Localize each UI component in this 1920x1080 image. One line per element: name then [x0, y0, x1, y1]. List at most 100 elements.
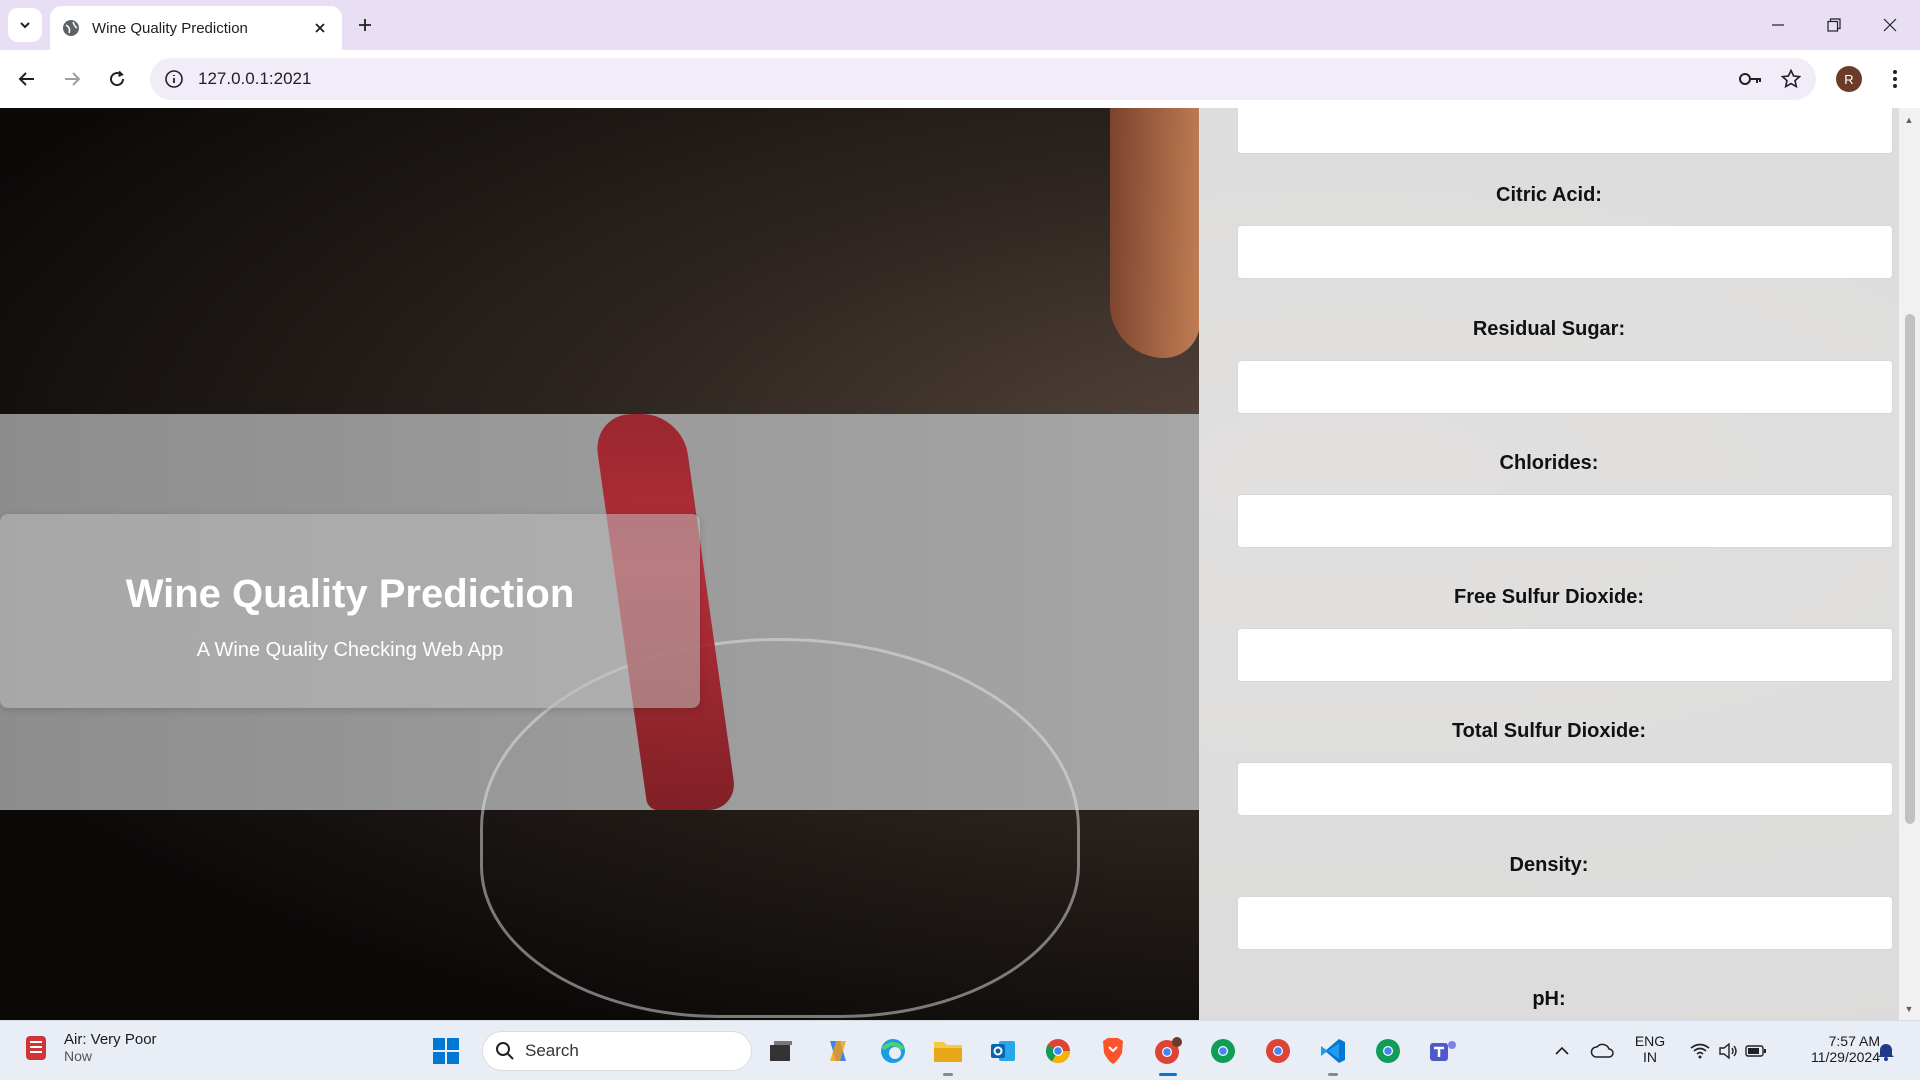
- running-indicator: [1328, 1073, 1338, 1076]
- copilot-button[interactable]: [822, 1035, 854, 1067]
- background-hand-image: [1110, 108, 1200, 358]
- previous-field-input[interactable]: [1237, 108, 1893, 154]
- copilot-icon: [830, 1041, 846, 1061]
- hero-subtitle: A Wine Quality Checking Web App: [196, 639, 504, 661]
- vscode-button[interactable]: [1317, 1035, 1349, 1067]
- onedrive-button[interactable]: [1586, 1035, 1618, 1067]
- minimize-button[interactable]: [1750, 0, 1806, 50]
- chrome-profile-4-button[interactable]: [1372, 1035, 1404, 1067]
- scroll-thumb[interactable]: [1905, 314, 1915, 824]
- notification-button[interactable]: [1870, 1035, 1902, 1067]
- show-hidden-icons-button[interactable]: [1546, 1035, 1578, 1067]
- file-explorer-button[interactable]: [932, 1035, 964, 1067]
- chrome-button[interactable]: [1042, 1035, 1074, 1067]
- folder-icon: [934, 1042, 962, 1062]
- chrome-profile-3-button[interactable]: [1262, 1035, 1294, 1067]
- chrome-icon: [1211, 1039, 1235, 1063]
- free-sulfur-dioxide-label: Free Sulfur Dioxide:: [1453, 586, 1645, 608]
- citric-acid-label: Citric Acid:: [1496, 184, 1602, 206]
- chrome-icon: [1266, 1039, 1290, 1063]
- weather-widget[interactable]: Air: Very Poor Now: [22, 1031, 157, 1064]
- reload-button[interactable]: [100, 62, 134, 96]
- windows-taskbar: Air: Very Poor Now Search ENG IN 7:57 AM…: [0, 1020, 1920, 1080]
- url-text[interactable]: 127.0.0.1:2021: [198, 69, 1736, 89]
- chrome-icon: [1376, 1039, 1400, 1063]
- search-label: Search: [525, 1041, 579, 1060]
- outlook-icon: [991, 1041, 1015, 1061]
- password-key-button[interactable]: [1736, 64, 1766, 94]
- browser-toolbar: 127.0.0.1:2021 R: [0, 50, 1920, 108]
- chlorides-input[interactable]: [1237, 494, 1893, 548]
- info-icon[interactable]: [164, 69, 184, 89]
- clock-time: 7:57 AM: [1828, 1033, 1880, 1049]
- restore-icon: [1827, 18, 1841, 32]
- window-close-button[interactable]: [1862, 0, 1918, 50]
- total-sulfur-dioxide-label: Total Sulfur Dioxide:: [1451, 720, 1647, 742]
- chrome-profile-icon: [1155, 1037, 1182, 1064]
- scroll-up-arrow[interactable]: ▲: [1903, 114, 1915, 126]
- density-label: Density:: [1509, 854, 1589, 876]
- language-indicator[interactable]: ENG IN: [1630, 1033, 1670, 1065]
- back-button[interactable]: [10, 62, 44, 96]
- task-view-button[interactable]: [765, 1035, 797, 1067]
- citric-acid-input[interactable]: [1237, 225, 1893, 279]
- windows-logo-icon: [433, 1038, 459, 1064]
- region-code: IN: [1643, 1049, 1657, 1065]
- taskbar-search[interactable]: Search: [482, 1031, 752, 1071]
- clock-date: 11/29/2024: [1810, 1049, 1880, 1065]
- weather-status: Air: Very Poor: [64, 1031, 157, 1048]
- start-button[interactable]: [430, 1035, 462, 1067]
- running-indicator: [943, 1073, 953, 1076]
- browser-tab[interactable]: Wine Quality Prediction: [50, 6, 342, 50]
- bookmark-button[interactable]: [1776, 64, 1806, 94]
- vscode-icon: [1321, 1039, 1345, 1063]
- page-viewport: Wine Quality Prediction A Wine Quality C…: [0, 108, 1920, 1020]
- scroll-down-arrow[interactable]: ▼: [1903, 1003, 1915, 1015]
- residual-sugar-input[interactable]: [1237, 360, 1893, 414]
- edge-icon: [881, 1039, 905, 1063]
- chrome-profile-2-button[interactable]: [1207, 1035, 1239, 1067]
- page-scrollbar[interactable]: ▲ ▼: [1899, 108, 1920, 1020]
- outlook-button[interactable]: [987, 1035, 1019, 1067]
- language-code: ENG: [1634, 1033, 1666, 1049]
- free-sulfur-dioxide-input[interactable]: [1237, 628, 1893, 682]
- plus-icon: [359, 19, 371, 31]
- speaker-icon: [1719, 1043, 1737, 1059]
- arrow-left-icon: [18, 72, 34, 86]
- forward-button[interactable]: [55, 62, 89, 96]
- battery-status[interactable]: [1740, 1035, 1772, 1067]
- chrome-profile-r-button[interactable]: [1152, 1035, 1184, 1067]
- star-icon: [1781, 69, 1801, 89]
- active-indicator: [1159, 1073, 1177, 1076]
- residual-sugar-label: Residual Sugar:: [1472, 318, 1626, 340]
- battery-icon: [1745, 1045, 1766, 1057]
- chevron-up-icon: [1555, 1046, 1569, 1055]
- new-tab-button[interactable]: [352, 12, 378, 38]
- restore-button[interactable]: [1806, 0, 1862, 50]
- hero-card: Wine Quality Prediction A Wine Quality C…: [0, 514, 700, 708]
- air-quality-icon: [26, 1035, 46, 1060]
- total-sulfur-dioxide-input[interactable]: [1237, 762, 1893, 816]
- density-input[interactable]: [1237, 896, 1893, 950]
- minimize-icon: [1772, 24, 1784, 26]
- arrow-right-icon: [65, 72, 81, 86]
- browser-menu-button[interactable]: [1880, 64, 1910, 94]
- teams-button[interactable]: [1427, 1035, 1459, 1067]
- tab-close-button[interactable]: [310, 18, 330, 38]
- task-view-icon: [770, 1041, 792, 1061]
- cloud-icon: [1590, 1043, 1614, 1058]
- edge-button[interactable]: [877, 1035, 909, 1067]
- clock[interactable]: 7:57 AM 11/29/2024: [1780, 1033, 1880, 1065]
- address-bar[interactable]: 127.0.0.1:2021: [150, 58, 1816, 100]
- close-icon: [1883, 18, 1897, 32]
- more-vertical-icon: [1893, 70, 1897, 88]
- tab-search-button[interactable]: [8, 8, 42, 42]
- weather-time: Now: [64, 1048, 93, 1064]
- hero-title: Wine Quality Prediction: [125, 572, 575, 616]
- close-icon: [315, 23, 325, 33]
- chrome-icon: [1045, 1039, 1070, 1064]
- brave-button[interactable]: [1097, 1035, 1129, 1067]
- brave-icon: [1103, 1038, 1123, 1064]
- profile-avatar[interactable]: R: [1836, 66, 1862, 92]
- prediction-form: Citric Acid: Residual Sugar: Chlorides: …: [1199, 108, 1899, 1020]
